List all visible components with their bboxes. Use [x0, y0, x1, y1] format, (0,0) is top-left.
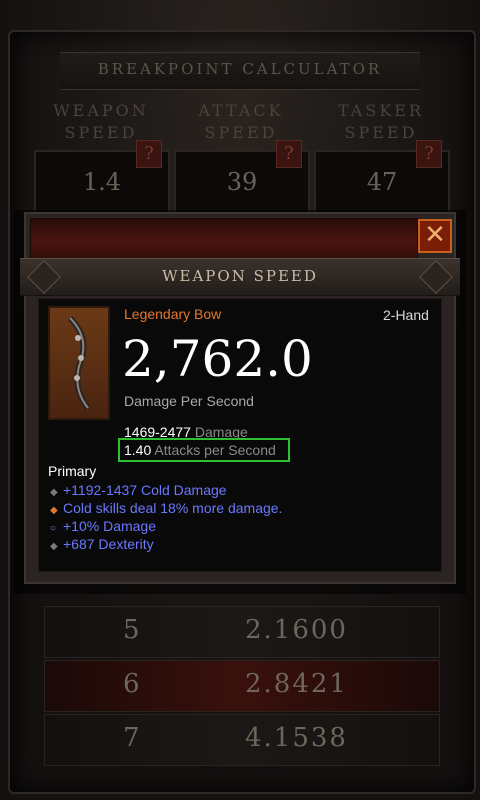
attack-speed-header: ATTACK SPEED [176, 100, 306, 144]
diamond-bullet-icon: ◆ [50, 541, 58, 552]
tasker-speed-field[interactable]: ? 47 [314, 140, 450, 214]
aps-label: Attacks per Second [154, 442, 276, 458]
affix-text: +687 Dexterity [63, 536, 154, 552]
aps-value: 1.40 [124, 442, 152, 458]
item-dps-label: Damage Per Second [124, 393, 254, 409]
attack-speed-value: 39 [226, 168, 258, 196]
tasker-speed-value: 47 [366, 168, 398, 196]
bow-icon [67, 315, 91, 410]
breakpoint-value: 2.8421 [245, 669, 348, 699]
affix-line: ◆ +687 Dexterity [50, 536, 154, 552]
close-button[interactable]: ✕ [418, 219, 452, 253]
circle-bullet-icon: ○ [50, 523, 57, 534]
breakpoint-row-highlighted: 6 2.8421 [44, 660, 440, 712]
item-aps-line: 1.40 Attacks per Second [124, 442, 276, 458]
item-handedness: 2-Hand [383, 307, 429, 323]
weapon-speed-header: WEAPON SPEED [36, 100, 166, 144]
breakpoint-number: 7 [123, 723, 140, 753]
item-rarity-type: Legendary Bow [124, 306, 222, 322]
diamond-bullet-icon: ◆ [50, 505, 58, 516]
calculator-title: BREAKPOINT CALCULATOR [97, 60, 383, 78]
dialog-title: WEAPON SPEED [162, 267, 318, 285]
breakpoint-number: 6 [123, 669, 140, 699]
affix-text: +1192-1437 Cold Damage [63, 482, 227, 498]
breakpoint-number: 5 [123, 615, 140, 645]
affix-line: ○ +10% Damage [50, 518, 156, 534]
dialog-title-bar: WEAPON SPEED [20, 258, 460, 296]
breakpoint-row: 5 2.1600 [44, 606, 440, 658]
header-line: WEAPON [53, 101, 149, 120]
tasker-speed-help-button[interactable]: ? [416, 140, 442, 168]
weapon-speed-help-button[interactable]: ? [136, 140, 162, 168]
affix-line: ◆ +1192-1437 Cold Damage [50, 482, 227, 498]
affix-text: Cold skills deal 18% more damage. [63, 500, 283, 516]
breakpoint-row: 7 4.1538 [44, 714, 440, 766]
attack-speed-help-button[interactable]: ? [276, 140, 302, 168]
breakpoint-value: 2.1600 [245, 615, 348, 645]
affix-line: ◆ Cold skills deal 18% more damage. [50, 500, 282, 516]
header-line: ATTACK [198, 101, 284, 120]
diamond-bullet-icon: ◆ [50, 487, 58, 498]
item-dps-value: 2,762.0 [122, 330, 313, 388]
attack-speed-field[interactable]: ? 39 [174, 140, 310, 214]
header-line: TASKER [338, 101, 424, 120]
weapon-speed-field[interactable]: ? 1.4 [34, 140, 170, 214]
weapon-speed-value: 1.4 [82, 168, 122, 196]
primary-stats-label: Primary [48, 463, 97, 479]
breakpoint-value: 4.1538 [245, 723, 348, 753]
affix-text: +10% Damage [63, 518, 157, 534]
bow-item-icon [48, 306, 110, 420]
tasker-speed-header: TASKER SPEED [316, 100, 446, 144]
